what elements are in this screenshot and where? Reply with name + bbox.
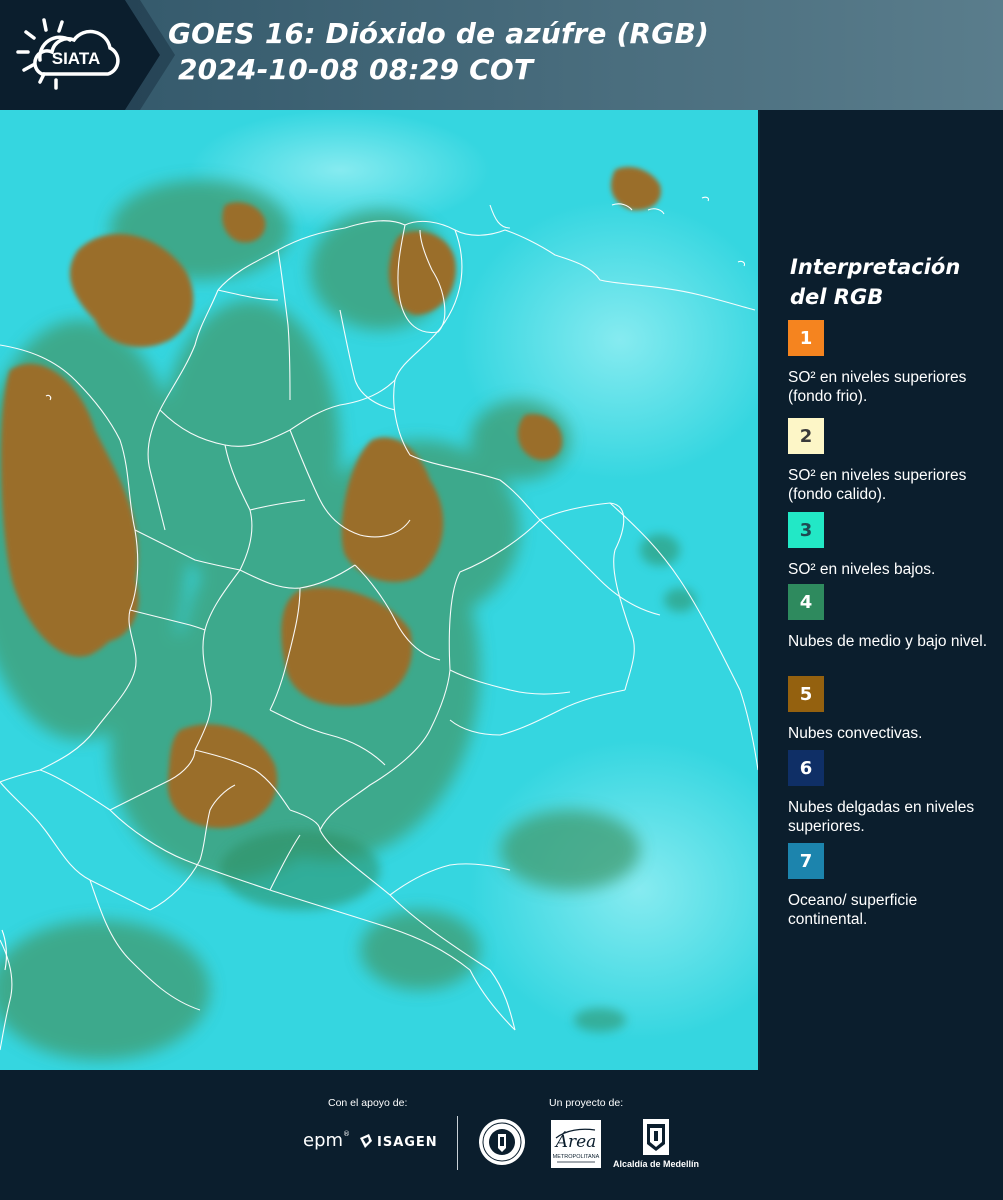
legend-number-3: 3 (799, 519, 813, 541)
legend-swatch-3: 3 (788, 512, 824, 548)
alcaldia-caption: Alcaldía de Medellín (613, 1159, 700, 1169)
legend-number-6: 6 (799, 757, 813, 779)
legend-title-line-1: Interpretación (790, 255, 961, 279)
isagen-triangle-icon (360, 1134, 374, 1148)
legend-number-2: 2 (799, 425, 813, 447)
footer: Con el apoyo de: Un proyecto de: epm® IS… (0, 1070, 1003, 1200)
title-line-1: GOES 16: Dióxido de azúfre (RGB) (168, 17, 710, 50)
legend-item-1: 1 SO² en niveles superiores (fondo frio)… (788, 320, 998, 406)
isagen-logo[interactable]: ISAGEN (360, 1134, 438, 1150)
legend-panel: Interpretación del RGB 1 SO² en niveles … (760, 110, 1003, 1070)
alcaldia-shield-logo[interactable] (642, 1118, 670, 1156)
seal-icon (479, 1119, 525, 1165)
legend-swatch-5: 5 (788, 676, 824, 712)
siata-logo[interactable]: SIATA (12, 12, 132, 98)
legend-title-line-2: del RGB (790, 285, 884, 309)
legend-number-1: 1 (799, 327, 813, 349)
legend-text-4: Nubes de medio y bajo nivel. (788, 633, 988, 650)
legend-item-5: 5 Nubes convectivas. (788, 676, 998, 743)
sun-cloud-icon: SIATA (16, 18, 120, 90)
legend-item-3: 3 SO² en niveles bajos. (788, 512, 998, 579)
legend-item-7: 7 Oceano/ superficie continental. (788, 843, 998, 929)
legend-item-4: 4 Nubes de medio y bajo nivel. (788, 584, 998, 651)
legend-item-6: 6 Nubes delgadas en niveles superiores. (788, 750, 998, 836)
page-title: GOES 16: Dióxido de azúfre (RGB) 2024-10… (168, 16, 709, 88)
legend-number-5: 5 (799, 683, 813, 705)
svg-text:METROPOLITANA: METROPOLITANA (553, 1154, 600, 1160)
epm-text: epm (303, 1130, 344, 1151)
legend-text-1: SO² en niveles superiores (fondo frio). (788, 369, 967, 405)
shield-icon (643, 1119, 669, 1155)
legend-number-4: 4 (799, 591, 813, 613)
isagen-text: ISAGEN (377, 1135, 438, 1150)
area-metropolitana-icon: Área METROPOLITANA (551, 1120, 601, 1168)
legend-swatch-1: 1 (788, 320, 824, 356)
legend-title: Interpretación del RGB (790, 252, 990, 312)
legend-number-7: 7 (799, 850, 813, 872)
project-label: Un proyecto de: (549, 1097, 624, 1109)
legend-swatch-4: 4 (788, 584, 824, 620)
legend-text-2: SO² en niveles superiores (fondo calido)… (788, 467, 967, 503)
header: SIATA GOES 16: Dióxido de azúfre (RGB) 2… (0, 0, 1003, 110)
medellin-seal-logo[interactable] (478, 1118, 526, 1166)
epm-logo[interactable]: epm® (303, 1130, 350, 1151)
support-label: Con el apoyo de: (328, 1097, 408, 1109)
legend-text-6: Nubes delgadas en niveles superiores. (788, 799, 975, 835)
legend-text-3: SO² en niveles bajos. (788, 561, 936, 578)
title-line-2: 2024-10-08 08:29 COT (178, 53, 534, 86)
footer-divider (457, 1116, 458, 1170)
satellite-map[interactable] (0, 110, 760, 1070)
legend-text-7: Oceano/ superficie continental. (788, 892, 918, 928)
satellite-image (0, 110, 758, 1070)
legend-text-5: Nubes convectivas. (788, 725, 923, 742)
legend-item-2: 2 SO² en niveles superiores (fondo calid… (788, 418, 998, 504)
area-metropolitana-logo[interactable]: Área METROPOLITANA (551, 1120, 601, 1168)
svg-text:SIATA: SIATA (52, 49, 100, 68)
registered-mark-icon: ® (343, 1130, 351, 1138)
svg-text:Área: Área (554, 1131, 597, 1152)
legend-swatch-2: 2 (788, 418, 824, 454)
legend-swatch-6: 6 (788, 750, 824, 786)
legend-swatch-7: 7 (788, 843, 824, 879)
